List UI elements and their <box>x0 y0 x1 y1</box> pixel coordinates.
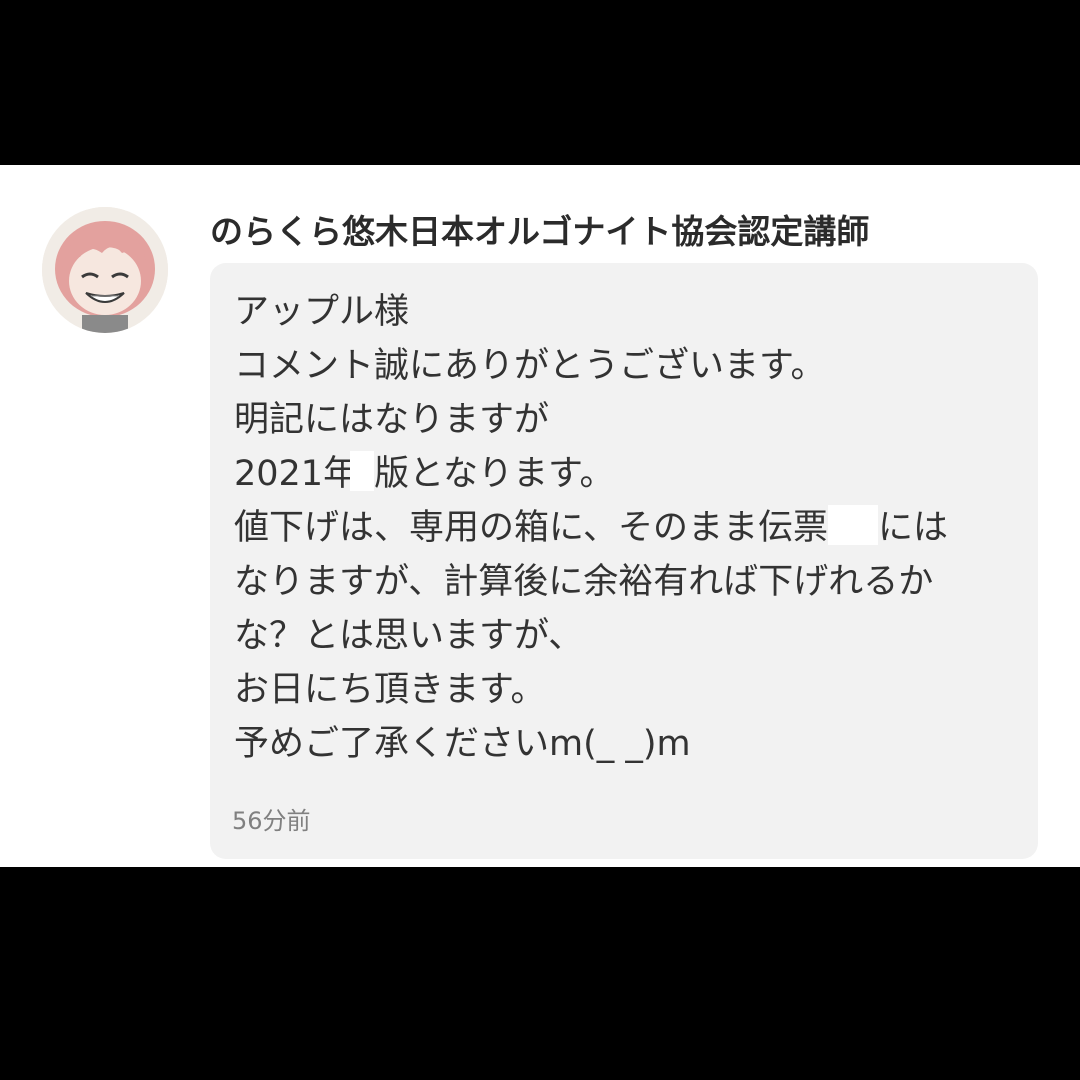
comment-line: お日にち頂きます。 <box>234 670 546 710</box>
comment-line: 予めご了承くださいm(_ _)m <box>234 724 691 764</box>
avatar[interactable] <box>42 207 168 333</box>
comment-line: な？とは思いますが、 <box>234 616 584 656</box>
comment-line-part: 版となります。 <box>374 454 615 494</box>
comment-line-part: 値下げは、専用の箱に、そのまま伝票 <box>234 508 828 548</box>
comment-bubble: アップル様 コメント誠にありがとうございます。 明記にはなりますが 2021年版… <box>210 263 1038 859</box>
comment-timestamp: 56分前 <box>232 807 311 835</box>
comment-line: 2021年 版となります。 <box>234 447 1024 501</box>
comment-line: アップル様 <box>234 292 410 332</box>
comment-author[interactable]: のらくら悠木日本オルゴナイト協会認定講師 <box>210 205 869 253</box>
comment-line: 値下げは、専用の箱に、そのまま伝票 には <box>234 501 1024 555</box>
comment-line-part: 2021年 <box>234 454 359 494</box>
comment-line-part: には <box>877 508 948 548</box>
comment-line: なりますが、計算後に余裕有れば下げれるか <box>234 562 934 602</box>
comment-line: 明記にはなりますが <box>234 400 550 440</box>
comment-card: のらくら悠木日本オルゴナイト協会認定講師 アップル様 コメント誠にありがとうござ… <box>0 165 1080 867</box>
comment-text: アップル様 コメント誠にありがとうございます。 明記にはなりますが 2021年版… <box>234 285 1024 771</box>
redaction-mark <box>350 451 375 491</box>
avatar-illustration-icon <box>42 207 168 333</box>
comment-line: コメント誠にありがとうございます。 <box>234 346 826 386</box>
redaction-mark <box>827 505 878 545</box>
